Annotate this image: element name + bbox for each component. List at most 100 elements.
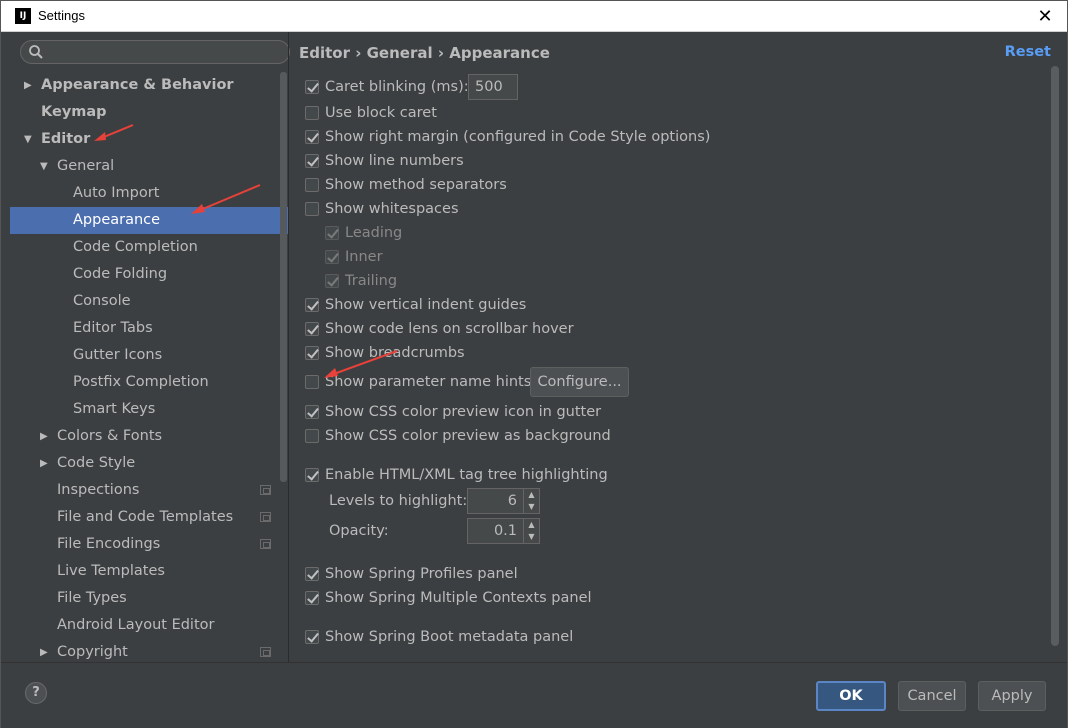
tree-item-code-folding[interactable]: Code Folding xyxy=(10,261,288,288)
tree-item-label: Editor xyxy=(41,131,91,147)
tree-item-code-style[interactable]: ▶ Code Style xyxy=(10,450,288,477)
appearance-settings-panel: Editor › General › Appearance Reset Care… xyxy=(289,32,1061,662)
tree-item-label: Postfix Completion xyxy=(73,374,209,390)
enable-tag-tree-checkbox[interactable] xyxy=(305,468,319,482)
tree-item-general[interactable]: ▼ General xyxy=(10,153,288,180)
tree-item-label: Appearance xyxy=(73,212,161,228)
show-css-color-bg-label: Show CSS color preview as background xyxy=(325,428,611,444)
show-line-numbers-label: Show line numbers xyxy=(325,153,464,169)
tree-item-colors-fonts[interactable]: ▶ Colors & Fonts xyxy=(10,423,288,450)
tree-item-live-templates[interactable]: Live Templates xyxy=(10,558,288,585)
tree-item-appearance-behavior[interactable]: ▶ Appearance & Behavior xyxy=(10,72,288,99)
chevron-right-icon[interactable]: ▶ xyxy=(24,72,32,99)
breadcrumb: Editor › General › Appearance xyxy=(299,44,550,62)
tree-item-postfix-completion[interactable]: Postfix Completion xyxy=(10,369,288,396)
spring-boot-metadata-checkbox[interactable] xyxy=(305,630,319,644)
chevron-right-icon[interactable]: ▶ xyxy=(40,450,48,477)
use-block-caret-checkbox[interactable] xyxy=(305,106,319,120)
tree-item-smart-keys[interactable]: Smart Keys xyxy=(10,396,288,423)
show-whitespaces-label: Show whitespaces xyxy=(325,201,459,217)
tree-item-label: Code Style xyxy=(57,455,136,471)
enable-tag-tree-label: Enable HTML/XML tag tree highlighting xyxy=(325,467,608,483)
tree-item-gutter-icons[interactable]: Gutter Icons xyxy=(10,342,288,369)
inner-checkbox[interactable] xyxy=(325,250,339,264)
settings-search-input[interactable] xyxy=(20,40,290,64)
show-vertical-indent-guides-label: Show vertical indent guides xyxy=(325,297,527,313)
settings-tree-panel: ▶ Appearance & Behavior Keymap ▼ Editor ▼ Gene… xyxy=(10,32,290,662)
show-vertical-indent-guides-checkbox[interactable] xyxy=(305,298,319,312)
caret-blinking-input[interactable]: 500 xyxy=(468,74,518,100)
levels-to-highlight-label: Levels to highlight: xyxy=(329,493,468,509)
tree-item-label: Inspections xyxy=(57,482,140,498)
spring-profiles-checkbox[interactable] xyxy=(305,567,319,581)
show-parameter-hints-checkbox[interactable] xyxy=(305,375,319,389)
spinner-arrows-icon[interactable]: ▲ ▼ xyxy=(523,489,539,513)
tree-scrollbar[interactable] xyxy=(280,72,287,482)
tree-item-label: Code Folding xyxy=(73,266,168,282)
reset-link[interactable]: Reset xyxy=(1005,44,1051,60)
tree-item-file-types[interactable]: File Types xyxy=(10,585,288,612)
levels-to-highlight-spinner[interactable]: 6 ▲ ▼ xyxy=(467,488,540,514)
leading-checkbox[interactable] xyxy=(325,226,339,240)
opacity-spinner[interactable]: 0.1 ▲ ▼ xyxy=(467,518,540,544)
chevron-down-icon[interactable]: ▼ xyxy=(24,126,32,153)
tree-item-label: Live Templates xyxy=(57,563,165,579)
tree-item-label: General xyxy=(57,158,115,174)
tree-item-label: Console xyxy=(73,293,131,309)
tree-item-editor[interactable]: ▼ Editor xyxy=(10,126,288,153)
project-scope-icon xyxy=(260,647,271,657)
intellij-logo-icon: IJ xyxy=(15,8,31,24)
apply-button[interactable]: Apply xyxy=(978,681,1046,711)
tree-item-file-encodings[interactable]: File Encodings xyxy=(10,531,288,558)
show-method-separators-checkbox[interactable] xyxy=(305,178,319,192)
chevron-right-icon[interactable]: ▶ xyxy=(40,423,48,450)
tree-item-android-layout-editor[interactable]: Android Layout Editor xyxy=(10,612,288,639)
spring-boot-metadata-label: Show Spring Boot metadata panel xyxy=(325,629,574,645)
trailing-checkbox[interactable] xyxy=(325,274,339,288)
settings-scrollbar[interactable] xyxy=(1051,66,1059,646)
show-right-margin-checkbox[interactable] xyxy=(305,130,319,144)
show-css-color-icon-checkbox[interactable] xyxy=(305,405,319,419)
close-button[interactable]: ✕ xyxy=(1023,1,1067,32)
show-code-lens-checkbox[interactable] xyxy=(305,322,319,336)
project-scope-icon xyxy=(260,539,271,549)
opacity-value: 0.1 xyxy=(493,523,517,539)
spring-contexts-checkbox[interactable] xyxy=(305,591,319,605)
chevron-down-icon[interactable]: ▼ xyxy=(40,153,48,180)
annotation-arrow-icon xyxy=(191,184,261,214)
spinner-arrows-icon[interactable]: ▲ ▼ xyxy=(523,519,539,543)
tree-item-label: Auto Import xyxy=(73,185,160,201)
opacity-label: Opacity: xyxy=(329,523,389,539)
show-line-numbers-checkbox[interactable] xyxy=(305,154,319,168)
show-method-separators-label: Show method separators xyxy=(325,177,507,193)
caret-blinking-label: Caret blinking (ms): xyxy=(325,79,469,95)
tree-item-label: Android Layout Editor xyxy=(57,617,215,633)
tree-item-inspections[interactable]: Inspections xyxy=(10,477,288,504)
tree-item-file-and-code-templates[interactable]: File and Code Templates xyxy=(10,504,288,531)
project-scope-icon xyxy=(260,485,271,495)
tree-item-label: Editor Tabs xyxy=(73,320,153,336)
tree-item-keymap[interactable]: Keymap xyxy=(10,99,288,126)
spring-profiles-label: Show Spring Profiles panel xyxy=(325,566,518,582)
annotation-arrow-icon xyxy=(94,124,134,141)
project-scope-icon xyxy=(260,512,271,522)
show-css-color-bg-checkbox[interactable] xyxy=(305,429,319,443)
tree-item-code-completion[interactable]: Code Completion xyxy=(10,234,288,261)
ok-button[interactable]: OK xyxy=(816,681,886,711)
show-breadcrumbs-checkbox[interactable] xyxy=(305,346,319,360)
tree-item-console[interactable]: Console xyxy=(10,288,288,315)
tree-item-label: Gutter Icons xyxy=(73,347,163,363)
caret-blinking-checkbox[interactable] xyxy=(305,80,319,94)
dialog-footer: ? OK Cancel Apply xyxy=(1,662,1067,728)
configure-hints-button[interactable]: Configure... xyxy=(530,367,629,397)
cancel-button[interactable]: Cancel xyxy=(898,681,966,711)
tree-item-label: Code Completion xyxy=(73,239,198,255)
show-code-lens-label: Show code lens on scrollbar hover xyxy=(325,321,574,337)
search-icon xyxy=(29,45,43,59)
show-whitespaces-checkbox[interactable] xyxy=(305,202,319,216)
help-button[interactable]: ? xyxy=(25,682,47,704)
tree-item-editor-tabs[interactable]: Editor Tabs xyxy=(10,315,288,342)
show-right-margin-label: Show right margin (configured in Code St… xyxy=(325,129,711,145)
show-css-color-icon-label: Show CSS color preview icon in gutter xyxy=(325,404,602,420)
tree-item-label: File Encodings xyxy=(57,536,161,552)
